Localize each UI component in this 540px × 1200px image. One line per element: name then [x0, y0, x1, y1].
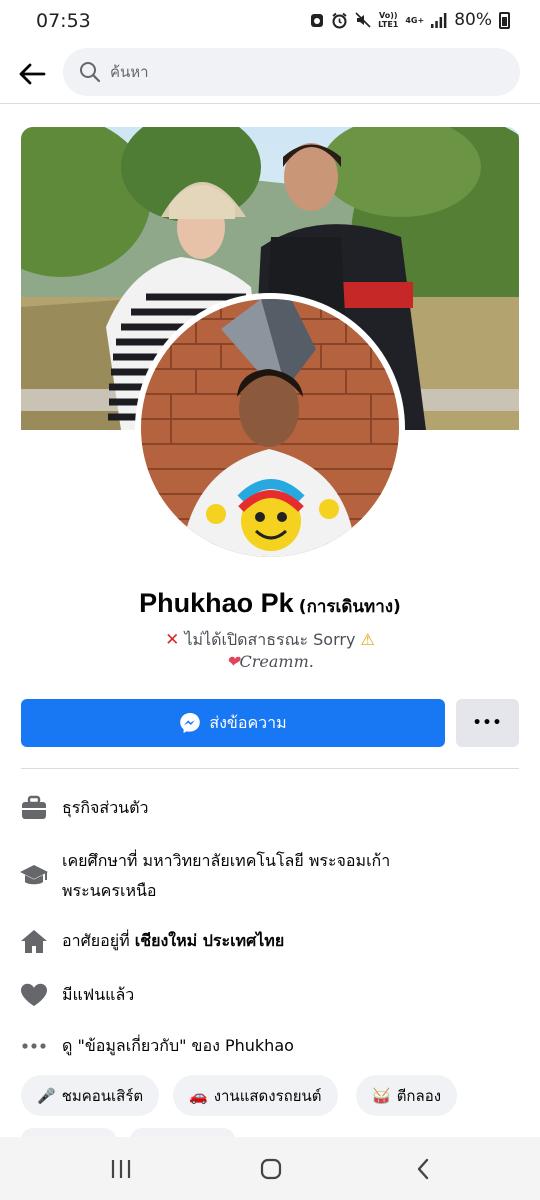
alarm-icon [332, 12, 347, 28]
lives-in-place[interactable]: เชียงใหม่ ประเทศไทย [135, 931, 284, 950]
interest-label: ชมคอนเสิร์ต [61, 1086, 144, 1105]
status-icons: Vo)) LTE1 4G+ 80% [310, 10, 510, 30]
more-options-label: ••• [472, 715, 503, 731]
back-button[interactable] [14, 56, 50, 92]
lives-in-text: อาศัยอยู่ที่ เชียงใหม่ ประเทศไทย [62, 925, 284, 956]
bio-text-2: Creamm. [239, 652, 314, 671]
detail-work: ธุรกิจส่วนตัว [18, 792, 518, 824]
profile-picture-image [141, 299, 399, 557]
nav-back-button[interactable] [403, 1153, 443, 1185]
profile-name-main: Phukhao Pk [139, 588, 294, 618]
home-icon [18, 925, 50, 957]
warning-icon: ⚠ [360, 630, 375, 649]
send-message-label: ส่งข้อความ [209, 712, 287, 732]
car-icon: 🚗 [189, 1086, 208, 1105]
screenshot-icon [311, 14, 324, 27]
recent-apps-button[interactable] [101, 1153, 141, 1185]
mute-icon [355, 12, 371, 28]
lives-in-prefix: อาศัยอยู่ที่ [62, 931, 130, 950]
more-dots-icon [18, 1030, 50, 1062]
heart-icon [18, 979, 50, 1011]
home-button[interactable] [251, 1153, 291, 1185]
bio-line-2: ❤Creamm. [0, 652, 540, 671]
send-message-button[interactable]: ส่งข้อความ [21, 699, 445, 747]
briefcase-icon [18, 792, 50, 824]
search-icon [80, 62, 101, 83]
search-box[interactable] [63, 48, 520, 96]
search-input[interactable] [110, 48, 500, 96]
recent-apps-icon [111, 1160, 131, 1178]
status-bar: 07:53 Vo)) LTE1 4G+ 80% [0, 0, 540, 44]
signal-icon [431, 12, 447, 28]
see-about-text[interactable]: ดู "ข้อมูลเกี่ยวกับ" ของ Phukhao [62, 1030, 294, 1061]
interest-label: งานแสดงรถยนต์ [213, 1086, 322, 1105]
home-outline-icon [260, 1158, 282, 1180]
interest-chip[interactable]: 🥁 ตีกลอง [356, 1075, 458, 1116]
heart-emoji-icon: ❤ [226, 652, 240, 671]
search-header [0, 44, 540, 104]
interest-chip[interactable]: 🚗 งานแสดงรถยนต์ [173, 1075, 338, 1116]
graduation-cap-icon [18, 859, 50, 891]
volte-indicator: Vo)) LTE1 [378, 11, 399, 29]
microphone-icon: 🎤 [37, 1086, 56, 1105]
interest-label: ตีกลอง [396, 1086, 442, 1105]
education-text: เคยศึกษาที่ มหาวิทยาลัยเทคโนโลยี พระจอมเ… [62, 845, 390, 906]
relationship-text: มีแฟนแล้ว [62, 985, 135, 1004]
battery-icon [499, 11, 510, 29]
more-options-button[interactable]: ••• [456, 699, 519, 747]
detail-relationship: มีแฟนแล้ว [18, 979, 518, 1011]
education-line-2: พระนครเหนือ [62, 881, 157, 900]
detail-lives-in: อาศัยอยู่ที่ เชียงใหม่ ประเทศไทย [18, 925, 518, 957]
cross-mark-icon: ✕ [165, 630, 180, 650]
battery-percent: 80% [454, 10, 492, 30]
bio-line-1: ✕ ไม่ได้เปิดสาธรณะ Sorry ⚠ [0, 628, 540, 653]
detail-see-about[interactable]: ดู "ข้อมูลเกี่ยวกับ" ของ Phukhao [18, 1030, 518, 1062]
detail-education: เคยศึกษาที่ มหาวิทยาลัยเทคโนโลยี พระจอมเ… [18, 845, 518, 906]
messenger-icon [180, 713, 201, 733]
status-time: 07:53 [36, 10, 91, 32]
back-arrow-icon [19, 63, 46, 85]
system-navigation-bar [0, 1137, 540, 1200]
profile-picture[interactable] [135, 293, 405, 563]
interest-chip[interactable]: 🎤 ชมคอนเสิร์ต [21, 1075, 160, 1116]
bio-text-1: ไม่ได้เปิดสาธรณะ Sorry [184, 630, 356, 649]
drum-icon: 🥁 [372, 1086, 391, 1105]
profile-alternate-name: (การเดินทาง) [298, 597, 401, 617]
profile-name: Phukhao Pk (การเดินทาง) [0, 588, 540, 620]
network-type: 4G+ [405, 15, 425, 25]
chevron-left-icon [417, 1158, 429, 1180]
divider [21, 768, 519, 769]
education-line-1: เคยศึกษาที่ มหาวิทยาลัยเทคโนโลยี พระจอมเ… [62, 851, 391, 870]
work-text: ธุรกิจส่วนตัว [62, 798, 149, 817]
